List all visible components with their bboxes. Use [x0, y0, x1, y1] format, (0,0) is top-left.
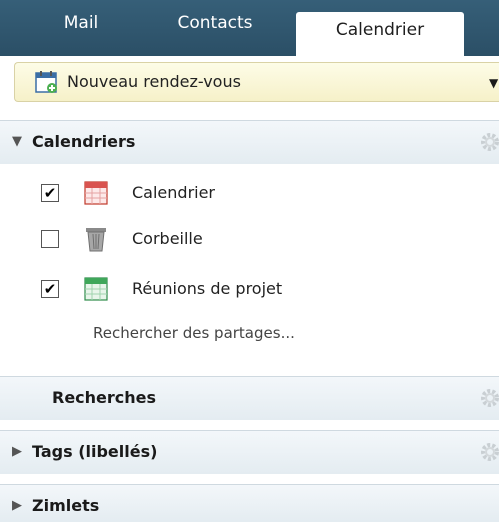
calendar-item-corbeille[interactable]: Corbeille — [0, 220, 499, 260]
calendar-green-icon — [84, 277, 108, 301]
expanded-triangle-icon[interactable]: ▼ — [12, 134, 22, 150]
tab-calendrier[interactable]: Calendrier — [296, 12, 464, 56]
app-tab-bar: Mail Contacts Calendrier — [0, 0, 499, 56]
section-zimlets-header[interactable]: ▶ Zimlets — [0, 484, 499, 522]
section-calendriers-header[interactable]: ▼ Calendriers — [0, 120, 499, 164]
calendar-checkbox-reunions-de-projet[interactable]: ✔ — [41, 280, 59, 298]
section-recherches-header[interactable]: Recherches — [0, 376, 499, 420]
new-appointment-button[interactable]: Nouveau rendez-vous ▼ — [14, 62, 499, 102]
tab-contacts[interactable]: Contacts — [160, 0, 270, 46]
gear-icon[interactable] — [479, 131, 499, 153]
calendar-item-label: Corbeille — [132, 229, 203, 248]
calendar-red-icon — [84, 181, 108, 205]
gear-icon[interactable] — [479, 387, 499, 409]
calendar-item-label: Réunions de projet — [132, 279, 283, 298]
calendar-item-label: Calendrier — [132, 183, 216, 202]
new-appointment-label: Nouveau rendez-vous — [67, 72, 241, 91]
tab-mail[interactable]: Mail — [44, 0, 118, 46]
section-title-tags: Tags (libellés) — [32, 442, 158, 461]
section-title-recherches: Recherches — [52, 388, 157, 407]
collapsed-triangle-icon[interactable]: ▶ — [12, 498, 22, 514]
section-title-zimlets: Zimlets — [32, 496, 100, 515]
calendar-checkbox-calendrier[interactable]: ✔ — [41, 184, 59, 202]
gear-icon[interactable] — [479, 441, 499, 463]
trash-icon — [86, 228, 106, 252]
calendar-item-calendrier[interactable]: ✔ Calendrier — [0, 174, 499, 214]
calendar-item-reunions-de-projet[interactable]: ✔ Réunions de projet — [0, 270, 499, 310]
section-tags-header[interactable]: ▶ Tags (libellés) — [0, 430, 499, 474]
search-shares-link[interactable]: Rechercher des partages... — [93, 324, 295, 342]
section-title-calendriers: Calendriers — [32, 132, 136, 151]
collapsed-triangle-icon[interactable]: ▶ — [12, 444, 22, 460]
chevron-down-icon[interactable]: ▼ — [489, 77, 498, 89]
calendar-add-icon — [35, 71, 57, 93]
calendar-checkbox-corbeille[interactable] — [41, 230, 59, 248]
